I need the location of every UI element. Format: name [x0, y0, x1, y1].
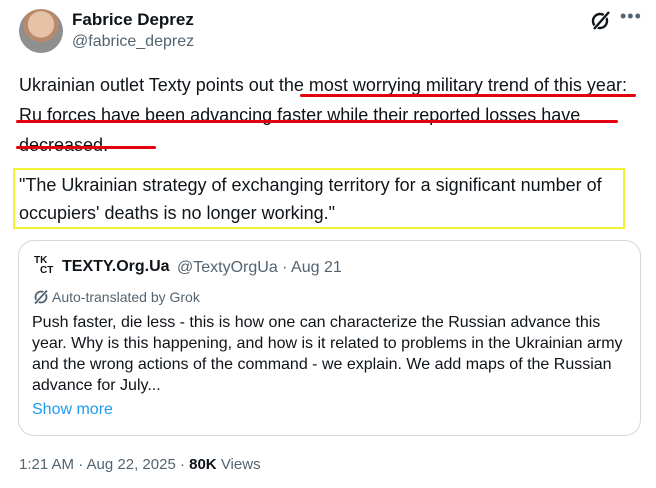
red-underline	[16, 146, 156, 149]
logo-bottom: CT	[40, 265, 54, 276]
tweet-footer: 1:21 AM · Aug 22, 2025 · 80K Views	[19, 456, 261, 473]
quote-text: "The Ukrainian strategy of exchanging te…	[19, 175, 602, 223]
avatar[interactable]	[19, 9, 63, 53]
red-underline	[16, 120, 618, 123]
view-count[interactable]: 80K	[189, 456, 217, 473]
author-handle[interactable]: @fabrice_deprez	[72, 33, 194, 51]
texty-logo[interactable]: TK CT	[34, 256, 56, 278]
show-more-link[interactable]: Show more	[32, 401, 113, 419]
auto-translated-label: Auto-translated by Grok	[33, 289, 200, 305]
grok-icon[interactable]	[590, 9, 612, 31]
auto-translated-text: Auto-translated by Grok	[52, 289, 200, 305]
red-underline	[300, 94, 636, 97]
tweet-text-part1: Ukrainian outlet Texty points out	[19, 75, 279, 95]
quoted-tweet-text: Push faster, die less - this is how one …	[32, 314, 623, 394]
auto-translate-icon	[33, 289, 49, 305]
views-label: Views	[216, 456, 261, 473]
tweet-text-part3: .	[103, 135, 109, 155]
quoted-author-name[interactable]: TEXTY.Org.Ua	[62, 258, 170, 276]
timestamp[interactable]: 1:21 AM · Aug 22, 2025 ·	[19, 456, 189, 473]
author-name[interactable]: Fabrice Deprez	[72, 10, 194, 30]
more-icon[interactable]: •••	[620, 6, 642, 27]
quoted-author-meta[interactable]: @TextyOrgUa · Aug 21	[177, 259, 342, 277]
